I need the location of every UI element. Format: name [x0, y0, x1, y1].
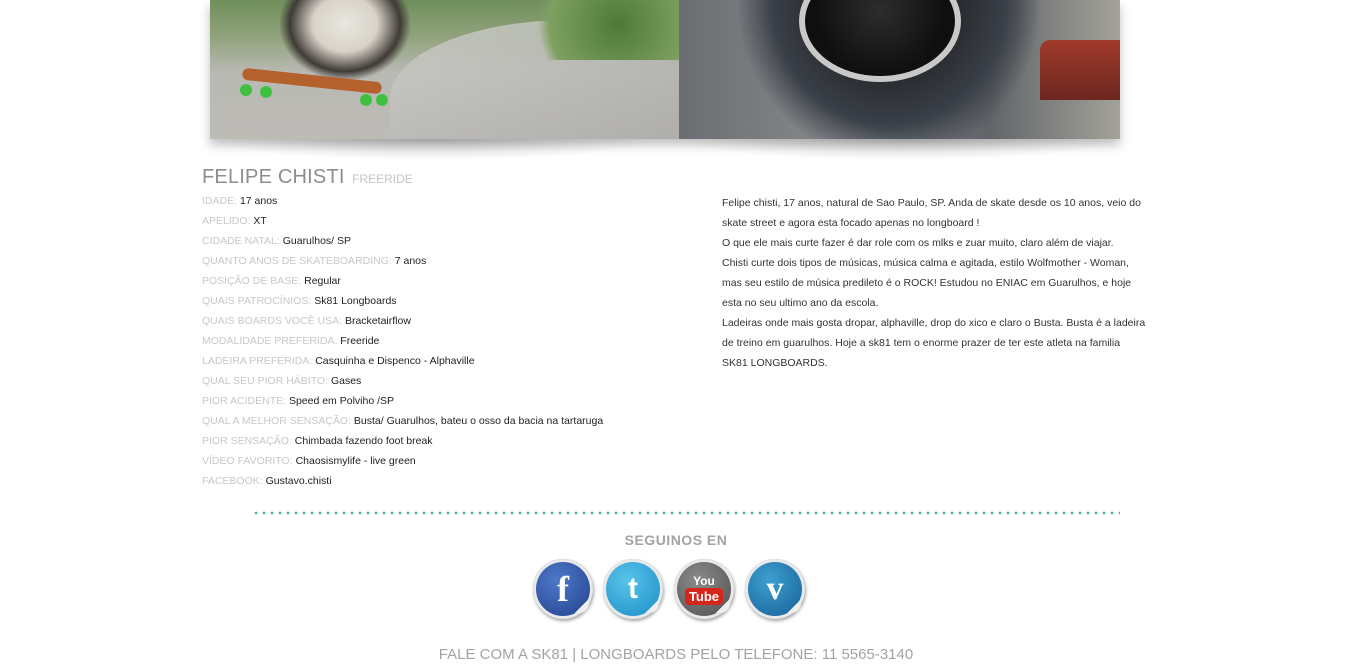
stat-label: QUAL SEU PIOR HÁBITO:	[202, 375, 329, 387]
stat-label: VÍDEO FAVORITO:	[202, 455, 293, 467]
stat-label: QUAL A MELHOR SENSAÇÃO:	[202, 415, 351, 427]
stat-label: QUAIS PATROCÍNIOS:	[202, 295, 312, 307]
stat-value: Chaosismylife - live green	[295, 455, 416, 467]
stat-label: PIOR ACIDENTE:	[202, 395, 287, 407]
footer-contact: FALE COM A SK81 | LONGBOARDS PELO TELEFO…	[438, 646, 914, 663]
athlete-heading: FELIPE CHISTI FREERIDE	[202, 166, 413, 189]
youtube-icon[interactable]: You Tube	[674, 559, 734, 619]
stat-row-modality: MODALIDADE PREFERIDA: Freeride	[202, 333, 682, 353]
stat-row-facebook: FACEBOOK: Gustavo.chisti	[202, 473, 682, 493]
stat-label: LADEIRA PREFERIDA:	[202, 355, 313, 367]
dotted-divider	[252, 511, 1120, 515]
stat-value: Bracketairflow	[344, 315, 411, 327]
stat-value: 7 anos	[394, 255, 427, 267]
stat-label: FACEBOOK:	[202, 475, 263, 487]
stat-row-worst-habit: QUAL SEU PIOR HÁBITO: Gases	[202, 373, 682, 393]
vimeo-icon[interactable]: v	[745, 559, 805, 619]
bio-paragraph: Felipe chisti, 17 anos, natural de Sao P…	[722, 197, 1141, 229]
athlete-name: FELIPE CHISTI	[202, 166, 345, 188]
hero-shadow-left	[210, 139, 650, 161]
hero-shadow-right	[680, 139, 1120, 161]
stat-row-boards: QUAIS BOARDS VOCÊ USA: Bracketairflow	[202, 313, 682, 333]
stat-value: Casquinha e Dispenco - Alphaville	[315, 355, 475, 367]
stat-value: 17 anos	[239, 195, 278, 207]
stat-value: Chimbada fazendo foot break	[294, 435, 433, 447]
stat-label: QUAIS BOARDS VOCÊ USA:	[202, 315, 343, 327]
stat-row-sponsors: QUAIS PATROCÍNIOS: Sk81 Longboards	[202, 293, 682, 313]
social-title: SEGUINOS EN	[624, 532, 728, 548]
stat-row-best-feeling: QUAL A MELHOR SENSAÇÃO: Busta/ Guarulhos…	[202, 413, 682, 433]
stat-row-years-skating: QUANTO ANOS DE SKATEBOARDING: 7 anos	[202, 253, 682, 273]
bio-paragraph: Ladeiras onde mais gosta dropar, alphavi…	[722, 317, 1146, 369]
stat-label: IDADE:	[202, 195, 238, 207]
stat-value: Sk81 Longboards	[314, 295, 397, 307]
stat-value: Freeride	[340, 335, 380, 347]
facebook-icon[interactable]: f	[533, 559, 593, 619]
stat-value: Gases	[330, 375, 362, 387]
stat-row-nickname: APELIDO: XT	[202, 213, 682, 233]
hero-banner	[210, 0, 1120, 139]
stat-label: POSIÇÃO DE BASE:	[202, 275, 302, 287]
stat-value: Gustavo.chisti	[265, 475, 332, 487]
stat-row-worst-feeling: PIOR SENSAÇÃO: Chimbada fazendo foot bre…	[202, 433, 682, 453]
stat-value: Regular	[304, 275, 341, 287]
stat-row-hometown: CIDADE NATAL: Guarulhos/ SP	[202, 233, 682, 253]
twitter-icon[interactable]: t	[603, 559, 663, 619]
bio-paragraph: O que ele mais curte fazer é dar role co…	[722, 237, 1114, 249]
stat-value: Speed em Polviho /SP	[288, 395, 394, 407]
hero-photo-skater	[210, 0, 690, 139]
stat-label: APELIDO:	[202, 215, 251, 227]
athlete-stats: IDADE: 17 anos APELIDO: XT CIDADE NATAL:…	[202, 193, 682, 493]
stat-value: Guarulhos/ SP	[282, 235, 352, 247]
stat-row-favorite-hill: LADEIRA PREFERIDA: Casquinha e Dispenco …	[202, 353, 682, 373]
stat-value: Busta/ Guarulhos, bateu o osso da bacia …	[353, 415, 604, 427]
athlete-bio: Felipe chisti, 17 anos, natural de Sao P…	[722, 193, 1147, 373]
stat-value: XT	[253, 215, 267, 227]
stat-row-worst-accident: PIOR ACIDENTE: Speed em Polviho /SP	[202, 393, 682, 413]
bio-paragraph: Chisti curte dois tipos de músicas, músi…	[722, 257, 1132, 309]
hero-photo-helmet	[679, 0, 1120, 139]
stat-label: MODALIDADE PREFERIDA:	[202, 335, 338, 347]
stat-label: QUANTO ANOS DE SKATEBOARDING:	[202, 255, 392, 267]
stat-row-favorite-video: VÍDEO FAVORITO: Chaosismylife - live gre…	[202, 453, 682, 473]
athlete-discipline: FREERIDE	[352, 172, 413, 186]
stat-label: CIDADE NATAL:	[202, 235, 280, 247]
stat-row-age: IDADE: 17 anos	[202, 193, 682, 213]
stat-label: PIOR SENSAÇÃO:	[202, 435, 292, 447]
stat-row-stance: POSIÇÃO DE BASE: Regular	[202, 273, 682, 293]
